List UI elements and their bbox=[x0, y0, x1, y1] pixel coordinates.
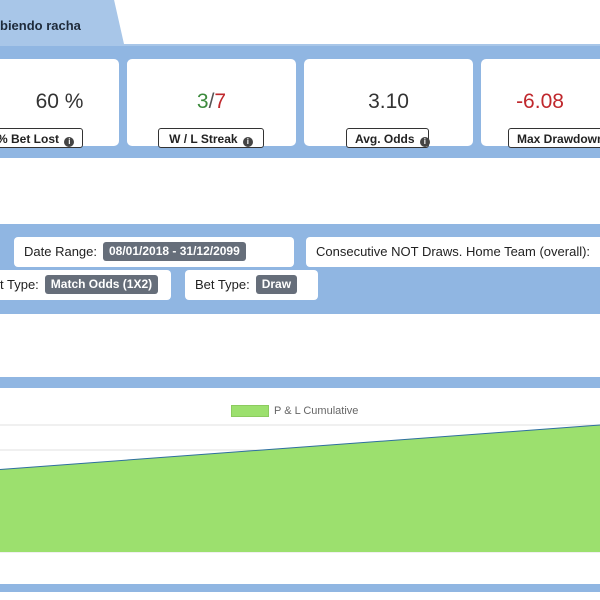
tab-strip: biendo racha bbox=[0, 0, 600, 46]
bet-type-value: Draw bbox=[255, 275, 298, 294]
market-type-value: Match Odds (1X2) bbox=[44, 275, 159, 294]
max-drawdown-label-badge[interactable]: Max Drawdown bbox=[508, 128, 600, 148]
legend-label: P & L Cumulative bbox=[274, 404, 359, 417]
bet-type-label: Bet Type: bbox=[195, 277, 250, 292]
chart-header-bar bbox=[0, 377, 600, 388]
market-type-label: t Type: bbox=[0, 277, 39, 292]
stat-card-wl-streak: 3/7 W / L Streak i bbox=[127, 59, 296, 148]
market-type-filter[interactable]: t Type: Match Odds (1X2) bbox=[0, 270, 171, 300]
chart-legend[interactable]: P & L Cumulative bbox=[231, 402, 359, 417]
wl-streak-value: 3/7 bbox=[127, 89, 296, 115]
info-icon[interactable]: i bbox=[242, 137, 253, 147]
avg-odds-label: Avg. Odds bbox=[355, 132, 415, 146]
date-range-filter[interactable]: Date Range: 08/01/2018 - 31/12/2099 bbox=[14, 237, 294, 267]
pl-chart-svg bbox=[0, 424, 600, 553]
legend-swatch bbox=[231, 404, 269, 417]
date-range-value: 08/01/2018 - 31/12/2099 bbox=[103, 242, 246, 261]
max-drawdown-value: -6.08 bbox=[516, 90, 564, 113]
stat-card-max-drawdown: -6.08 Max Drawdown bbox=[481, 59, 600, 148]
strategy-label: Consecutive NOT Draws. Home Team (overal… bbox=[316, 244, 591, 259]
pl-cumulative-area bbox=[0, 425, 600, 552]
date-range-label: Date Range: bbox=[24, 244, 97, 259]
stat-card-avg-odds: 3.10 Avg. Odds i bbox=[304, 59, 473, 148]
max-drawdown-label: Max Drawdown bbox=[517, 132, 600, 146]
bet-lost-label: % Bet Lost bbox=[0, 132, 60, 146]
active-tab[interactable]: biendo racha bbox=[0, 0, 124, 44]
info-icon[interactable]: i bbox=[419, 137, 430, 147]
bet-type-filter[interactable]: Bet Type: Draw bbox=[185, 270, 318, 300]
pl-chart: P & L Cumulative bbox=[0, 388, 600, 584]
avg-odds-value: 3.10 bbox=[368, 90, 409, 113]
filters-panel: Date Range: 08/01/2018 - 31/12/2099 Conse… bbox=[0, 224, 600, 314]
wl-streak-label: W / L Streak bbox=[169, 132, 238, 146]
bet-lost-value: 60 % bbox=[35, 90, 84, 113]
wl-streak-label-badge[interactable]: W / L Streak i bbox=[158, 128, 264, 148]
bet-lost-label-badge[interactable]: % Bet Lost i bbox=[0, 128, 84, 148]
tab-label: biendo racha bbox=[0, 18, 81, 33]
page: biendo racha 60 % % Bet Lost i 3/7 W / L… bbox=[0, 0, 600, 600]
stat-card-bet-lost: 60 % % Bet Lost i bbox=[0, 59, 119, 148]
stats-panel: 60 % % Bet Lost i 3/7 W / L Streak i 3.1… bbox=[0, 46, 600, 158]
strategy-filter[interactable]: Consecutive NOT Draws. Home Team (overal… bbox=[306, 237, 600, 267]
losses-count: 7 bbox=[214, 90, 227, 113]
avg-odds-label-badge[interactable]: Avg. Odds i bbox=[346, 128, 430, 148]
info-icon[interactable]: i bbox=[64, 137, 75, 147]
wins-count: 3 bbox=[196, 90, 209, 113]
chart-footer-bar bbox=[0, 584, 600, 592]
